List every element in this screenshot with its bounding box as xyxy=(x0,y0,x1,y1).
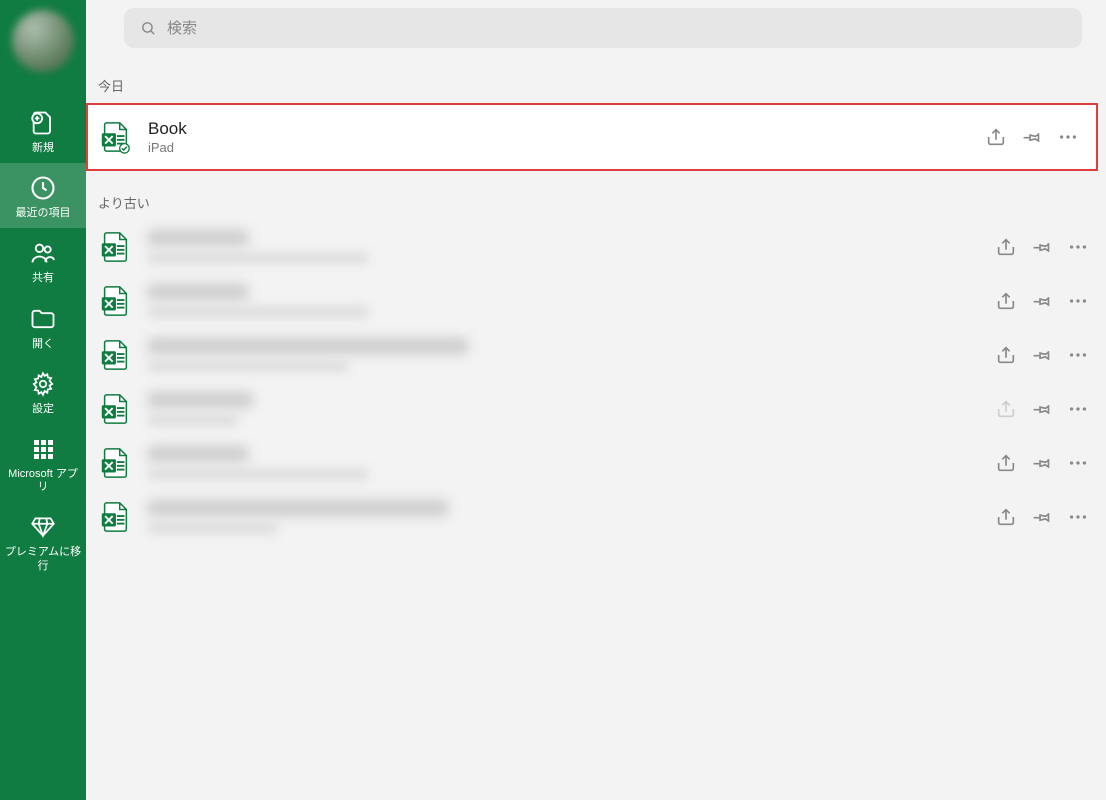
pin-icon[interactable] xyxy=(1030,451,1054,475)
more-icon[interactable] xyxy=(1056,125,1080,149)
section-today-header: 今日 xyxy=(86,56,1106,103)
nav-ms-apps[interactable]: Microsoft アプリ xyxy=(0,424,86,502)
nav-label: 設定 xyxy=(28,403,58,416)
doc-row-older[interactable] xyxy=(86,220,1106,274)
doc-title-blur xyxy=(148,230,248,246)
nav-recent[interactable]: 最近の項目 xyxy=(0,163,86,228)
excel-file-icon xyxy=(98,392,132,426)
search-box[interactable] xyxy=(124,8,1082,48)
doc-row-older[interactable] xyxy=(86,490,1106,544)
section-older-header: より古い xyxy=(86,171,1106,220)
search-icon xyxy=(140,20,157,37)
search-input[interactable] xyxy=(167,20,1066,37)
nav-shared[interactable]: 共有 xyxy=(0,228,86,293)
doc-row-today[interactable]: Book iPad xyxy=(86,103,1098,171)
people-icon xyxy=(28,238,58,268)
doc-title-blur xyxy=(148,338,468,354)
nav-new[interactable]: 新規 xyxy=(0,98,86,163)
folder-icon xyxy=(28,304,58,334)
excel-file-icon xyxy=(98,338,132,372)
pin-icon[interactable] xyxy=(1030,505,1054,529)
clock-icon xyxy=(28,173,58,203)
excel-file-icon xyxy=(98,230,132,264)
row-actions xyxy=(994,397,1090,421)
doc-subtitle: iPad xyxy=(148,140,984,155)
nav-premium[interactable]: プレミアムに移行 xyxy=(0,502,86,580)
doc-info xyxy=(148,392,994,426)
excel-file-icon xyxy=(98,446,132,480)
nav-label: 開く xyxy=(28,338,58,351)
row-actions xyxy=(994,451,1090,475)
share-icon[interactable] xyxy=(994,397,1018,421)
share-icon[interactable] xyxy=(994,289,1018,313)
pin-icon[interactable] xyxy=(1020,125,1044,149)
doc-sub-blur xyxy=(148,306,368,318)
share-icon[interactable] xyxy=(994,451,1018,475)
row-actions xyxy=(994,235,1090,259)
more-icon[interactable] xyxy=(1066,289,1090,313)
diamond-icon xyxy=(28,512,58,542)
doc-info xyxy=(148,338,994,372)
nav-label: プレミアムに移行 xyxy=(0,546,86,572)
nav-open[interactable]: 開く xyxy=(0,294,86,359)
pin-icon[interactable] xyxy=(1030,343,1054,367)
doc-info xyxy=(148,230,994,264)
share-icon[interactable] xyxy=(994,235,1018,259)
doc-info: Book iPad xyxy=(148,119,984,155)
doc-sub-blur xyxy=(148,360,348,372)
excel-file-icon xyxy=(98,120,132,154)
doc-info xyxy=(148,446,994,480)
pin-icon[interactable] xyxy=(1030,235,1054,259)
doc-sub-blur xyxy=(148,468,368,480)
doc-row-older[interactable] xyxy=(86,328,1106,382)
main-area: 今日 Book iPad xyxy=(86,0,1106,800)
more-icon[interactable] xyxy=(1066,451,1090,475)
share-icon[interactable] xyxy=(984,125,1008,149)
pin-icon[interactable] xyxy=(1030,397,1054,421)
doc-title-blur xyxy=(148,446,248,462)
gear-icon xyxy=(28,369,58,399)
nav-label: 新規 xyxy=(28,142,58,155)
share-icon[interactable] xyxy=(994,343,1018,367)
doc-title: Book xyxy=(148,119,984,139)
more-icon[interactable] xyxy=(1066,235,1090,259)
share-icon[interactable] xyxy=(994,505,1018,529)
search-wrap xyxy=(86,0,1106,56)
sidebar: 新規 最近の項目 共有 開く xyxy=(0,0,86,800)
nav-label: Microsoft アプリ xyxy=(0,468,86,494)
nav-label: 最近の項目 xyxy=(12,207,75,220)
avatar[interactable] xyxy=(12,10,74,72)
nav-settings[interactable]: 設定 xyxy=(0,359,86,424)
doc-sub-blur xyxy=(148,414,238,426)
grid-icon xyxy=(28,434,58,464)
older-list xyxy=(86,220,1106,544)
doc-sub-blur xyxy=(148,522,278,534)
doc-row-older[interactable] xyxy=(86,274,1106,328)
doc-title-blur xyxy=(148,392,253,408)
doc-info xyxy=(148,284,994,318)
row-actions xyxy=(994,505,1090,529)
doc-row-older[interactable] xyxy=(86,382,1106,436)
more-icon[interactable] xyxy=(1066,343,1090,367)
doc-title-blur xyxy=(148,500,448,516)
more-icon[interactable] xyxy=(1066,397,1090,421)
more-icon[interactable] xyxy=(1066,505,1090,529)
doc-row-older[interactable] xyxy=(86,436,1106,490)
doc-info xyxy=(148,500,994,534)
nav-label: 共有 xyxy=(28,272,58,285)
row-actions xyxy=(984,125,1080,149)
excel-file-icon xyxy=(98,500,132,534)
doc-title-blur xyxy=(148,284,248,300)
row-actions xyxy=(994,343,1090,367)
new-icon xyxy=(28,108,58,138)
row-actions xyxy=(994,289,1090,313)
doc-sub-blur xyxy=(148,252,368,264)
username xyxy=(23,76,63,90)
pin-icon[interactable] xyxy=(1030,289,1054,313)
excel-file-icon xyxy=(98,284,132,318)
